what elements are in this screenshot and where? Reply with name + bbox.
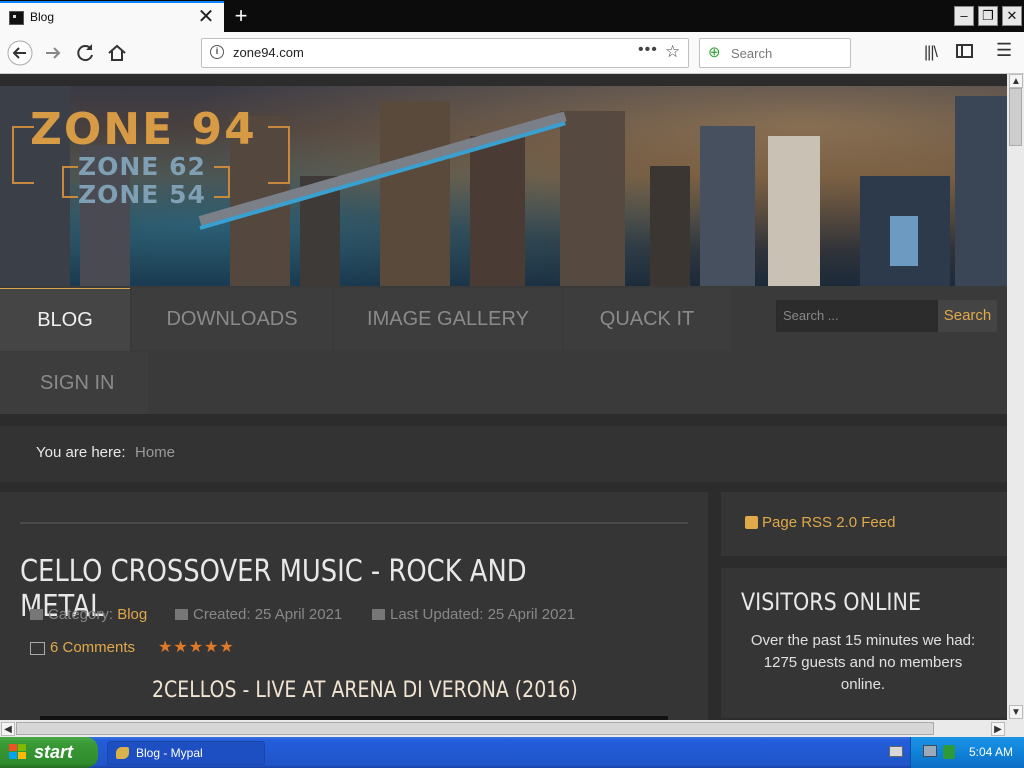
article-subtitle: 2CELLOS - LIVE AT ARENA DI VERONA (2016) <box>152 678 578 703</box>
rating-stars[interactable]: ★★★★★ <box>158 637 235 657</box>
menu-item-quack-it[interactable]: QUACK IT <box>564 288 730 350</box>
created-date: Created: 25 April 2021 <box>193 606 343 623</box>
logo-bracket <box>268 126 290 184</box>
volume-icon[interactable] <box>943 745 955 759</box>
banner-building <box>380 101 450 286</box>
taskbar-button-label: Blog - Mypal <box>136 746 203 760</box>
banner-building <box>650 166 690 286</box>
menu-item-image-gallery[interactable]: IMAGE GALLERY <box>334 288 562 350</box>
site-search-button[interactable]: Search <box>938 300 997 332</box>
scroll-down-icon[interactable]: ▼ <box>1009 705 1023 719</box>
calendar-icon <box>372 609 385 620</box>
clock[interactable]: 5:04 AM <box>969 745 1013 759</box>
keyboard-icon[interactable] <box>889 746 903 757</box>
star-icon[interactable]: ☆ <box>665 42 680 62</box>
main-menu: BLOG DOWNLOADS IMAGE GALLERY QUACK IT SI… <box>0 286 1007 414</box>
article-category: Category: Blog <box>30 606 147 623</box>
start-button[interactable]: start <box>0 737 98 768</box>
category-link[interactable]: Blog <box>117 606 147 623</box>
back-icon[interactable] <box>7 40 33 66</box>
site-logo-sub: ZONE 54 <box>78 180 206 209</box>
site-header-banner: ZONE 94 ZONE 62 ZONE 54 <box>0 86 1007 286</box>
rss-module: Page RSS 2.0 Feed <box>721 492 1007 556</box>
scroll-left-icon[interactable]: ◀ <box>1 722 15 736</box>
taskbar: start Blog - Mypal 5:04 AM <box>0 737 1024 768</box>
close-window-button[interactable]: ✕ <box>1002 6 1022 26</box>
menu-item-blog[interactable]: BLOG <box>0 288 130 351</box>
category-label: Category: <box>48 606 114 623</box>
banner-building <box>955 96 1007 286</box>
visitors-module: VISITORS ONLINE Over the past 15 minutes… <box>721 568 1007 718</box>
tab-strip: Blog ✕ + – ❐ ✕ <box>0 0 1024 32</box>
horizontal-scroll-thumb[interactable] <box>16 722 934 735</box>
forward-icon[interactable] <box>40 40 66 66</box>
banner-building <box>768 136 820 286</box>
visitors-text: Over the past 15 minutes we had: 1275 gu… <box>750 632 976 693</box>
network-icon[interactable] <box>923 745 937 757</box>
restore-button[interactable]: ❐ <box>978 6 998 26</box>
web-page: ZONE 94 ZONE 62 ZONE 54 BLOG DOWNLOADS I… <box>0 74 1007 720</box>
comments-icon <box>30 642 45 655</box>
windows-logo-icon <box>9 744 26 759</box>
system-tray: 5:04 AM <box>889 737 1024 768</box>
breadcrumb-home: Home <box>135 444 176 461</box>
menu-item-downloads[interactable]: DOWNLOADS <box>132 288 332 350</box>
calendar-icon <box>175 609 188 620</box>
url-text[interactable]: zone94.com <box>233 45 304 60</box>
menu-item-sign-in[interactable]: SIGN IN <box>0 352 148 414</box>
tab-blog[interactable]: Blog ✕ <box>0 1 224 32</box>
folder-icon <box>30 609 43 620</box>
article-created: Created: 25 April 2021 <box>175 606 342 623</box>
comments-link[interactable]: 6 Comments <box>50 639 135 656</box>
article: CELLO CROSSOVER MUSIC - ROCK AND METAL C… <box>0 492 708 720</box>
horizontal-scrollbar[interactable]: ◀ ▶ <box>0 720 1007 737</box>
library-icon[interactable]: |||\ <box>924 44 938 62</box>
site-logo-sub: ZONE 62 <box>78 152 206 181</box>
menu-icon[interactable]: ☰ <box>996 40 1012 61</box>
browser-search-placeholder: Search <box>731 46 773 61</box>
vertical-scroll-thumb[interactable] <box>1009 88 1022 146</box>
info-icon[interactable]: i <box>210 45 224 59</box>
scroll-right-icon[interactable]: ▶ <box>991 722 1005 736</box>
article-updated: Last Updated: 25 April 2021 <box>372 606 575 623</box>
rss-icon <box>745 516 758 529</box>
banner-building <box>700 126 755 286</box>
minimize-button[interactable]: – <box>954 6 974 26</box>
home-icon[interactable] <box>104 40 130 66</box>
logo-bracket <box>62 166 78 198</box>
search-engine-icon: ⊕ <box>708 44 721 61</box>
logo-bracket <box>214 166 230 198</box>
tab-favicon-icon <box>9 11 24 25</box>
breadcrumb: You are here: Home <box>0 426 1007 482</box>
banner-building <box>470 136 525 286</box>
scroll-up-icon[interactable]: ▲ <box>1009 74 1023 88</box>
tab-close-icon[interactable]: ✕ <box>196 5 216 29</box>
site-logo[interactable]: ZONE 94 <box>30 104 257 155</box>
site-search-input[interactable]: Search ... <box>776 300 938 332</box>
breadcrumb-label: You are here: <box>36 444 126 461</box>
taskbar-button-mypal[interactable]: Blog - Mypal <box>107 741 265 765</box>
rss-feed-link[interactable]: Page RSS 2.0 Feed <box>762 514 895 531</box>
start-label: start <box>34 742 74 762</box>
updated-date: Last Updated: 25 April 2021 <box>390 606 576 623</box>
mypal-icon <box>116 747 129 759</box>
new-tab-button[interactable]: + <box>228 1 254 31</box>
tab-title: Blog <box>30 10 55 24</box>
visitors-title: VISITORS ONLINE <box>741 588 922 616</box>
scrollbar-corner <box>1007 720 1024 737</box>
banner-screen <box>890 216 918 266</box>
vertical-scrollbar[interactable]: ▲ ▼ <box>1007 74 1024 720</box>
banner-building <box>560 111 625 286</box>
sidebar-icon[interactable] <box>956 44 973 58</box>
url-bar[interactable]: i zone94.com ••• ☆ <box>201 38 689 68</box>
article-divider <box>20 522 688 524</box>
browser-search-input[interactable]: ⊕ Search <box>699 38 851 68</box>
page-actions-icon[interactable]: ••• <box>638 41 658 59</box>
reload-icon[interactable] <box>72 40 98 66</box>
